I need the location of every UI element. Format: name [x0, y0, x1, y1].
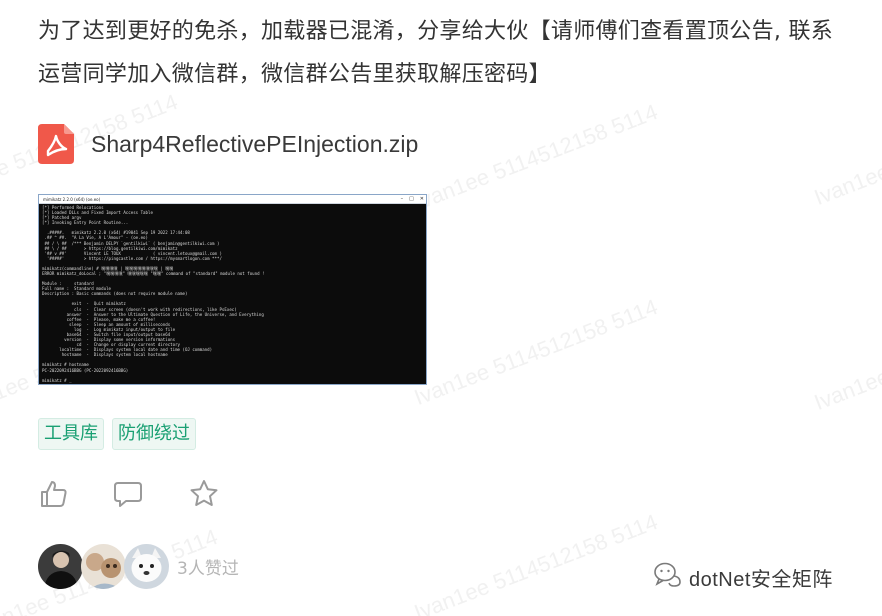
avatar[interactable]	[38, 543, 83, 589]
console-screenshot[interactable]: mimikatz 2.2.0 (x64) (oe.eo) – □ ✕ [*] P…	[38, 194, 427, 385]
tag-defense-evasion[interactable]: 防御绕过	[112, 418, 196, 450]
attachment[interactable]: Sharp4ReflectivePEInjection.zip	[38, 123, 418, 165]
window-controls: – □ ✕	[401, 196, 424, 203]
post-text-line: 运营同学加入微信群，微信群公告里获取解压密码】	[38, 62, 551, 87]
star-icon[interactable]	[188, 478, 222, 512]
action-bar	[38, 478, 238, 514]
watermark: Ivan1ee 5114512158 5114	[810, 299, 882, 416]
liker-list: 3人赞过	[38, 543, 239, 589]
watermark: Ivan1ee 5114512158 5114	[410, 294, 662, 411]
tag-tool-library[interactable]: 工具库	[38, 418, 104, 450]
console-line: mimikatz # _	[42, 377, 72, 383]
comment-icon[interactable]	[112, 478, 146, 512]
maximize-icon: □	[409, 196, 414, 202]
pdf-file-icon	[38, 124, 74, 164]
watermark: Ivan1ee 5114512158 5114	[410, 509, 662, 616]
watermark: Ivan1ee 5114512158 5114	[810, 94, 882, 211]
watermark: Ivan1ee 5114512158 5114	[410, 99, 662, 216]
brand-name: dotNet安全矩阵	[689, 568, 833, 591]
post-text-line: 为了达到更好的免杀，加载器已混淆，分享给大伙【请师傅们查看置顶公告, 联系	[38, 19, 834, 44]
thumbs-up-icon[interactable]	[38, 478, 72, 512]
window-title: mimikatz 2.2.0 (x64) (oe.eo)	[43, 196, 101, 202]
attachment-file-name[interactable]: Sharp4ReflectivePEInjection.zip	[91, 131, 418, 158]
tag-list: 工具库 防御绕过	[38, 418, 196, 450]
close-icon: ✕	[419, 196, 424, 202]
wechat-official-account-icon	[653, 561, 683, 593]
window-titlebar: mimikatz 2.2.0 (x64) (oe.eo) – □ ✕	[39, 195, 426, 204]
avatar[interactable]	[124, 543, 169, 589]
console-output: [*] Performed Relocations [*] Loaded DLLs…	[39, 204, 426, 384]
likes-count-text[interactable]: 3人赞过	[177, 554, 239, 579]
post-body: 为了达到更好的免杀，加载器已混淆，分享给大伙【请师傅们查看置顶公告, 联系 运营…	[38, 10, 858, 96]
avatar[interactable]	[81, 543, 126, 589]
brand-signature: dotNet安全矩阵	[653, 562, 833, 592]
minimize-icon: –	[400, 196, 404, 202]
